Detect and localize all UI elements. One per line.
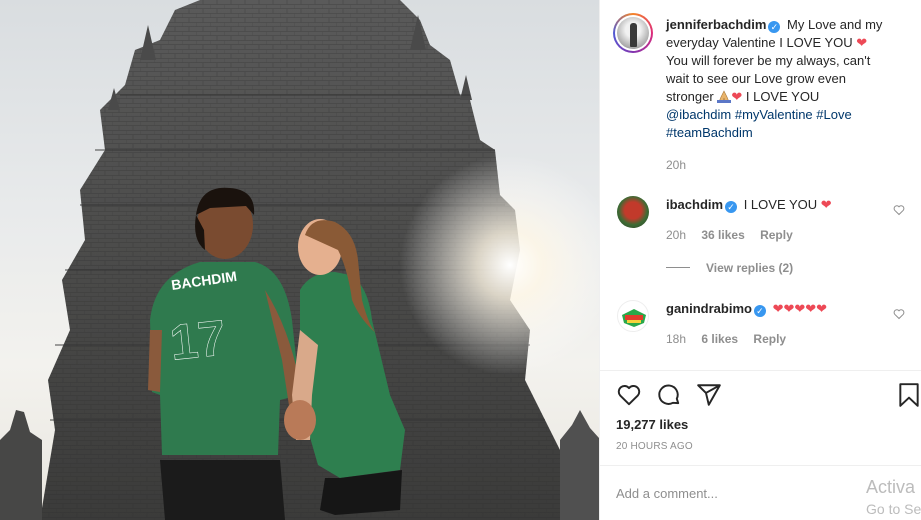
author-avatar[interactable] xyxy=(613,13,653,53)
post-timestamp[interactable]: 20 HOURS AGO xyxy=(616,441,693,452)
verified-badge-icon: ✓ xyxy=(768,21,781,33)
comment-like-heart-icon[interactable] xyxy=(893,204,905,216)
comment-time[interactable]: 20h xyxy=(666,228,686,242)
actions-divider xyxy=(600,370,921,371)
verified-badge-icon: ✓ xyxy=(725,201,738,213)
reply-button[interactable]: Reply xyxy=(760,228,793,242)
comment-username[interactable]: ibachdim xyxy=(666,197,723,212)
comment-username[interactable]: ganindrabimo xyxy=(666,301,752,316)
post-photo[interactable]: BACHDIM 17 xyxy=(0,0,599,520)
red-heart-emoji: ❤ xyxy=(856,35,868,50)
add-comment-input[interactable]: Add a comment... xyxy=(616,486,718,501)
author-username[interactable]: jenniferbachdim xyxy=(666,17,766,32)
hashtag-link-3[interactable]: #teamBachdim xyxy=(666,125,753,140)
comment-2: ganindrabimo ✓ ❤❤❤❤❤ xyxy=(666,300,827,318)
comment-1: ibachdim ✓ I LOVE YOU ❤ xyxy=(666,196,832,214)
temple-photo-illustration: BACHDIM 17 xyxy=(0,0,599,520)
view-replies-label: View replies (2) xyxy=(706,261,794,275)
comment-text: I LOVE YOU xyxy=(743,197,818,212)
post-detail-panel: jenniferbachdim ✓ My Love and my everyday… xyxy=(599,0,921,520)
commenter-avatar-ganindrabimo[interactable] xyxy=(617,300,649,332)
jersey-number-text: 17 xyxy=(167,309,228,371)
comment-likes[interactable]: 6 likes xyxy=(701,332,738,346)
red-heart-emoji-2: ❤ xyxy=(731,89,743,104)
view-replies-button[interactable]: View replies (2) xyxy=(666,261,793,275)
caption-line-5: stronger xyxy=(666,89,714,104)
prayer-hands-emoji xyxy=(717,90,732,103)
post-caption: jenniferbachdim ✓ My Love and my everyday… xyxy=(666,16,911,142)
caption-line-2: everyday Valentine I LOVE YOU xyxy=(666,35,853,50)
comment-divider xyxy=(600,465,921,466)
comment-1-meta: 20h 36 likes Reply xyxy=(666,228,793,242)
hashtag-link-1[interactable]: #myValentine xyxy=(735,107,813,122)
share-icon[interactable] xyxy=(696,382,722,408)
caption-line-1: My Love and my xyxy=(787,17,883,32)
comment-icon[interactable] xyxy=(656,382,682,408)
caption-line-4: wait to see our Love grow even xyxy=(666,71,846,86)
mention-link[interactable]: @ibachdim xyxy=(666,107,731,122)
heart-icon[interactable] xyxy=(616,382,642,408)
red-hearts-emoji-row: ❤❤❤❤❤ xyxy=(772,301,828,316)
bookmark-icon[interactable] xyxy=(896,382,921,408)
reply-button[interactable]: Reply xyxy=(753,332,786,346)
hashtag-link-2[interactable]: #Love xyxy=(816,107,851,122)
verified-badge-icon: ✓ xyxy=(753,305,766,317)
windows-activation-watermark: Activa xyxy=(866,477,916,497)
replies-divider-line xyxy=(666,267,690,268)
likes-count[interactable]: 19,277 likes xyxy=(616,417,688,432)
comment-time[interactable]: 18h xyxy=(666,332,686,346)
windows-activation-watermark-line2: Go to Se xyxy=(866,501,921,517)
caption-line-3: You will forever be my always, can't xyxy=(666,53,871,68)
red-heart-emoji: ❤ xyxy=(820,197,832,212)
commenter-avatar-ibachdim[interactable] xyxy=(617,196,649,228)
post-actions-bar xyxy=(600,380,921,412)
comment-2-meta: 18h 6 likes Reply xyxy=(666,332,786,346)
comment-like-heart-icon[interactable] xyxy=(893,308,905,320)
caption-line-5b: I LOVE YOU xyxy=(745,89,820,104)
comment-likes[interactable]: 36 likes xyxy=(701,228,744,242)
caption-time[interactable]: 20h xyxy=(666,158,686,172)
